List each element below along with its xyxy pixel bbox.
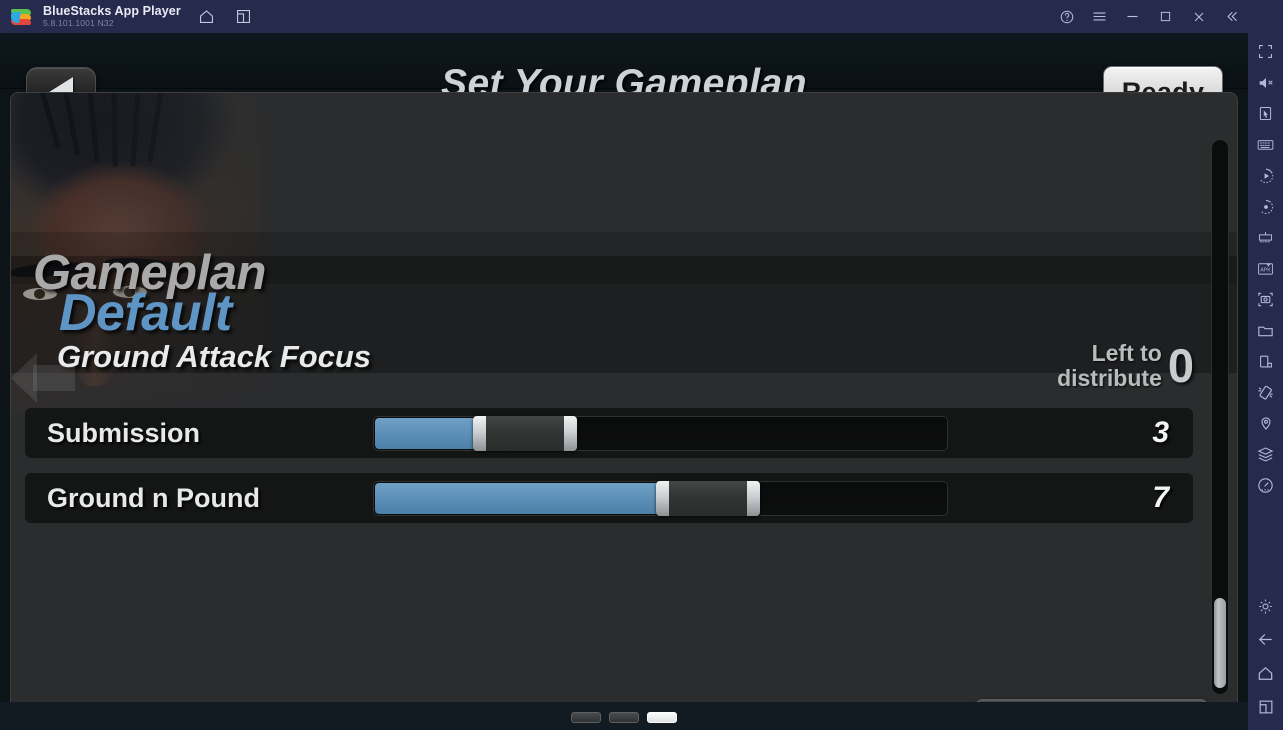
slider-fill	[375, 483, 656, 514]
bluestacks-logo-icon	[11, 7, 31, 27]
app-version: 5.8.101.1001 N32	[43, 18, 114, 28]
attribute-slider-list: Submission 3 Ground n Pound 7	[25, 408, 1193, 538]
table-row[interactable]: Ground n Pound 7	[25, 473, 1193, 523]
rotate-icon[interactable]	[1248, 191, 1283, 222]
previous-gameplan-arrow-icon[interactable]	[11, 353, 75, 413]
home-icon[interactable]	[197, 7, 217, 27]
table-row[interactable]: Submission 3	[25, 408, 1193, 458]
gameplan-focus-label: Ground Attack Focus	[57, 339, 372, 374]
titlebar-text-group: BlueStacks App Player 5.8.101.1001 N32	[43, 4, 181, 29]
gameplan-panel: Gameplan Default Ground Attack Focus Lef…	[10, 92, 1238, 721]
bluestacks-window: BlueStacks App Player 5.8.101.1001 N32 S…	[0, 0, 1283, 730]
settings-gear-icon[interactable]	[1248, 591, 1283, 622]
page-dot-1[interactable]	[571, 712, 601, 723]
multi-instance-icon[interactable]	[1248, 222, 1283, 253]
cursor-icon[interactable]	[1248, 98, 1283, 129]
slider-handle[interactable]	[473, 416, 577, 451]
attribute-name: Ground n Pound	[47, 482, 260, 513]
gameplan-preset-name: Default	[59, 284, 232, 342]
mute-icon[interactable]	[1248, 67, 1283, 98]
scrollbar-thumb[interactable]	[1214, 598, 1226, 688]
pip-icon[interactable]	[1248, 346, 1283, 377]
multi-window-icon[interactable]	[234, 7, 254, 27]
help-button[interactable]	[1050, 0, 1083, 33]
close-button[interactable]	[1182, 0, 1215, 33]
page-indicator	[0, 712, 1248, 723]
collapse-sidebar-button[interactable]	[1215, 0, 1248, 33]
home-icon[interactable]	[1248, 656, 1283, 690]
attribute-value: 3	[1152, 416, 1169, 449]
left-to-distribute: Left to distribute 0	[1057, 338, 1194, 393]
performance-icon[interactable]	[1248, 470, 1283, 501]
recents-icon[interactable]	[1248, 690, 1283, 724]
attribute-slider[interactable]	[373, 416, 948, 451]
macro-icon[interactable]	[1248, 160, 1283, 191]
menu-button[interactable]	[1083, 0, 1116, 33]
window-controls	[1050, 0, 1248, 33]
slider-fill	[375, 418, 473, 449]
slider-handle[interactable]	[656, 481, 760, 516]
left-to-distribute-label-line2: distribute	[1057, 364, 1162, 391]
fullscreen-icon[interactable]	[1248, 36, 1283, 67]
app-title: BlueStacks App Player	[43, 4, 181, 18]
attribute-name: Submission	[47, 417, 201, 448]
svg-text:APK: APK	[1260, 267, 1271, 273]
titlebar: BlueStacks App Player 5.8.101.1001 N32	[0, 0, 1248, 33]
install-apk-icon[interactable]: APK	[1248, 253, 1283, 284]
screenshot-icon[interactable]	[1248, 284, 1283, 315]
minimize-button[interactable]	[1116, 0, 1149, 33]
bluestacks-sidebar: APK	[1248, 0, 1283, 730]
eco-mode-icon[interactable]	[1248, 439, 1283, 470]
back-arrow-icon[interactable]	[1248, 622, 1283, 656]
maximize-button[interactable]	[1149, 0, 1182, 33]
panel-scrollbar[interactable]	[1211, 139, 1229, 695]
keyboard-icon[interactable]	[1248, 129, 1283, 160]
left-to-distribute-label-line1: Left to	[1091, 339, 1162, 366]
left-to-distribute-value: 0	[1167, 339, 1194, 392]
shake-icon[interactable]	[1248, 377, 1283, 408]
attribute-slider[interactable]	[373, 481, 948, 516]
attribute-value: 7	[1152, 481, 1169, 514]
page-dot-3[interactable]	[647, 712, 677, 723]
titlebar-icons	[197, 7, 254, 27]
page-dot-2[interactable]	[609, 712, 639, 723]
game-viewport[interactable]: Set Your Gameplan Ready	[0, 33, 1248, 730]
media-folder-icon[interactable]	[1248, 315, 1283, 346]
location-icon[interactable]	[1248, 408, 1283, 439]
